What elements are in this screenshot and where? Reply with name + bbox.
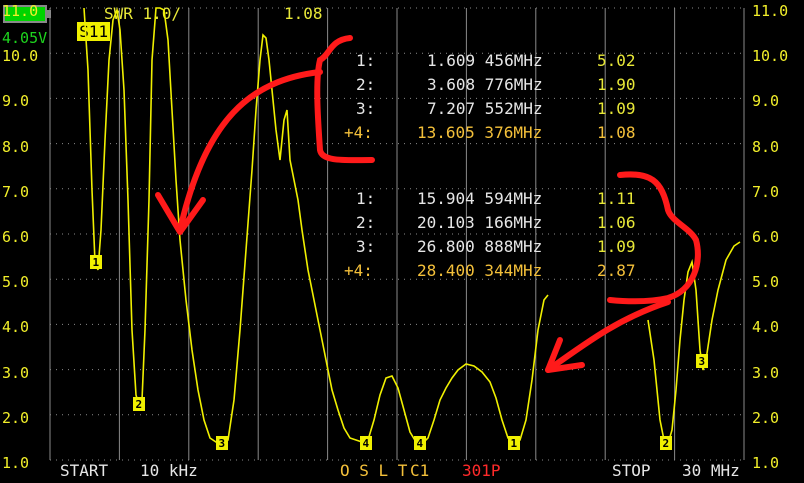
y-axis-label: 9.0 xyxy=(752,92,780,111)
y-axis-label: 9.0 xyxy=(2,92,30,111)
y-axis-label: 11.0 xyxy=(752,2,789,20)
svg-text:1: 1 xyxy=(511,437,518,450)
y-axis-label: 3.0 xyxy=(752,363,780,382)
marker-frequency: 20.103 166MHz xyxy=(417,213,543,232)
marker-swr: 1.06 xyxy=(597,213,636,232)
calibration-slot[interactable]: C1 xyxy=(410,462,429,480)
marker-swr: 1.08 xyxy=(597,123,636,142)
marker-frequency: 7.207 552MHz xyxy=(427,99,543,118)
svg-text:3: 3 xyxy=(219,437,226,450)
y-axis-label: 3.0 xyxy=(2,363,30,382)
marker-id[interactable]: 1: xyxy=(356,190,375,208)
marker-frequency: 1.609 456MHz xyxy=(427,51,543,70)
plot-grid xyxy=(49,7,745,461)
y-axis-label: 7.0 xyxy=(2,182,30,201)
svg-text:3: 3 xyxy=(699,355,706,368)
sweep-points[interactable]: 301P xyxy=(462,462,501,480)
marker-id[interactable]: 2: xyxy=(356,214,375,232)
y-axis-label: 10.0 xyxy=(2,47,39,66)
marker-swr: 5.02 xyxy=(597,51,636,70)
svg-text:4: 4 xyxy=(417,437,424,450)
stop-value[interactable]: 30 MHz xyxy=(682,462,740,480)
marker-id[interactable]: +4: xyxy=(344,124,373,142)
marker-id[interactable]: +4: xyxy=(344,262,373,280)
svg-text:1: 1 xyxy=(93,256,100,269)
marker-swr: 1.90 xyxy=(597,75,636,94)
marker-frequency: 28.400 344MHz xyxy=(417,261,543,280)
plot-markers: 1 2 3 4 4 1 2 3 xyxy=(90,255,708,450)
start-label[interactable]: START xyxy=(60,462,108,480)
y-axis-label: 2.0 xyxy=(752,408,780,427)
y-axis-label: 7.0 xyxy=(752,182,780,201)
marker-frequency: 15.904 594MHz xyxy=(417,189,543,208)
marker-frequency: 3.608 776MHz xyxy=(427,75,543,94)
y-axis-label: 1.0 xyxy=(2,454,30,472)
y-axis-label: 8.0 xyxy=(2,137,30,156)
plot-marker: 4 xyxy=(360,436,372,450)
y-axis-label: 5.0 xyxy=(2,273,30,292)
start-value[interactable]: 10 kHz xyxy=(140,462,198,480)
marker-frequency: 13.605 376MHz xyxy=(417,123,543,142)
plot-marker: 1 xyxy=(508,436,520,450)
svg-text:4: 4 xyxy=(363,437,370,450)
annotation-arrowhead-top xyxy=(155,192,206,235)
calibration-status[interactable]: O S L T xyxy=(340,462,407,480)
y-axis-label: 11.0 xyxy=(2,2,39,20)
y-axis-label: 6.0 xyxy=(752,228,780,246)
marker-id[interactable]: 3: xyxy=(356,238,375,256)
marker-swr: 1.11 xyxy=(597,189,636,208)
y-axis-label: 2.0 xyxy=(2,408,30,427)
stop-label[interactable]: STOP xyxy=(612,462,651,480)
plot-marker: 3 xyxy=(696,354,708,368)
plot-marker: 2 xyxy=(660,436,672,450)
marker-id[interactable]: 1: xyxy=(356,52,375,70)
y-axis-label: 1.0 xyxy=(752,454,780,472)
marker-frequency: 26.800 888MHz xyxy=(417,237,543,256)
marker-id[interactable]: 2: xyxy=(356,76,375,94)
svg-text:2: 2 xyxy=(136,398,143,411)
marker-swr: 2.87 xyxy=(597,261,636,280)
plot-marker: 4 xyxy=(414,436,426,450)
svg-text:2: 2 xyxy=(663,437,670,450)
y-axis-label: 4.0 xyxy=(2,318,30,337)
marker-swr: 1.09 xyxy=(597,99,636,118)
y-axis-label: 5.0 xyxy=(752,273,780,292)
y-axis-label: 10.0 xyxy=(752,47,789,66)
swr-plot: 1 2 3 4 4 1 2 3 xyxy=(49,6,745,461)
plot-marker: 1 xyxy=(90,255,102,269)
plot-marker: 3 xyxy=(216,436,228,450)
plot-marker: 2 xyxy=(133,397,145,411)
y-axis-label: 6.0 xyxy=(2,228,30,246)
y-axis-label: 4.0 xyxy=(752,318,780,337)
marker-swr: 1.09 xyxy=(597,237,636,256)
marker-id[interactable]: 3: xyxy=(356,100,375,118)
y-axis-label: 8.0 xyxy=(752,137,780,156)
